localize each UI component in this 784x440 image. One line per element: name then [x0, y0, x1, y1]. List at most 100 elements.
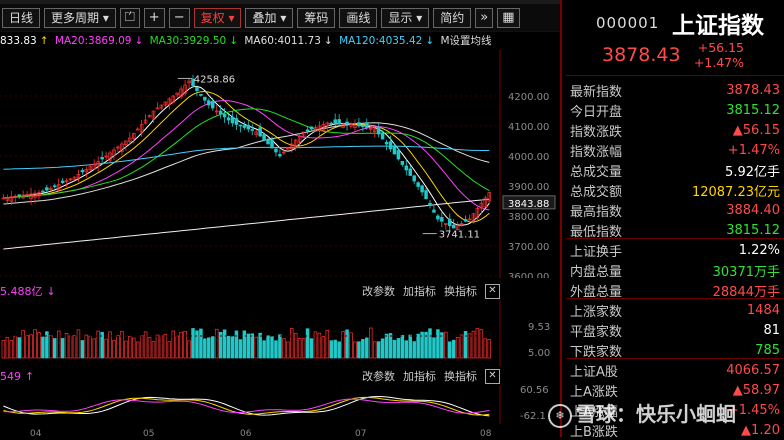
candle-body: [203, 96, 207, 101]
display-dropdown[interactable]: 显示 ▾: [381, 7, 430, 28]
moving-average-legend: 833.83 ↑ MA20:3869.09 ↓ MA30:3929.50 ↓ MA60…: [0, 33, 560, 49]
zoom-in-icon[interactable]: +: [143, 7, 165, 28]
candle-body: [278, 154, 282, 157]
chips-button[interactable]: 筹码: [297, 7, 336, 28]
change-percent: +1.47%: [693, 55, 744, 70]
candle-body: [357, 122, 361, 127]
candle-body: [440, 217, 444, 222]
quote-panel: 000001 上证指数 3878.43 +56.15 +1.47% 最新指数 38…: [562, 0, 784, 440]
candle-body: [17, 194, 21, 197]
volume-bar: [147, 337, 152, 359]
price-candlestick-chart[interactable]: 4200.00 4100.00 4000.00 3900.00 3843.88 3800.…: [0, 50, 560, 278]
ma10-line: [3, 90, 490, 223]
price-tick-label: 3800.00: [508, 212, 549, 223]
divider: [566, 298, 784, 299]
volume-bar: [282, 338, 286, 359]
volume-bar: [120, 331, 124, 359]
volume-bar: [17, 337, 21, 359]
quote-value: 1.22%: [738, 242, 780, 258]
candle-body: [416, 182, 420, 187]
ma-settings-link[interactable]: M设置均线: [440, 35, 491, 47]
daily-period-button[interactable]: 日线: [2, 7, 41, 28]
candle-body: [41, 190, 45, 193]
candle-body: [270, 139, 274, 149]
ma250-line: [3, 198, 490, 250]
volume-bar: [88, 335, 93, 359]
volume-bar: [234, 330, 239, 359]
candle-body: [396, 150, 401, 160]
zoom-out-icon[interactable]: −: [168, 7, 190, 28]
volume-bar: [341, 331, 345, 359]
candle-body: [380, 132, 385, 140]
candle-body: [337, 119, 341, 125]
trade-icon[interactable]: ⏍: [119, 7, 140, 28]
indicator-value: 549: [0, 369, 21, 383]
indicator-add-button[interactable]: 加指标: [403, 368, 436, 384]
close-icon[interactable]: ✕: [485, 368, 500, 384]
index-name: 上证指数: [672, 13, 764, 39]
volume-bar: [396, 338, 401, 359]
quote-value: 3815.12: [726, 222, 780, 238]
overlay-dropdown[interactable]: 叠加 ▾: [245, 7, 294, 28]
volume-bar: [96, 330, 100, 359]
volume-bar: [199, 328, 203, 359]
quote-row: 内盘总量 30371万手: [570, 260, 780, 280]
price-tick-label: 3600.00: [508, 272, 549, 278]
volume-bar: [207, 337, 211, 359]
candle-body: [195, 86, 199, 91]
display-label: 显示: [388, 11, 413, 25]
quote-row: 上证A股 4066.57: [570, 360, 780, 380]
volume-bar: [250, 333, 255, 359]
up-arrow-icon: ↑: [39, 35, 49, 47]
month-label: 07: [355, 429, 366, 437]
volume-bar: [436, 329, 440, 359]
price-tick-label: 4100.00: [508, 122, 549, 133]
volume-bar: [68, 335, 73, 359]
volume-params-button[interactable]: 改参数: [362, 283, 395, 299]
volume-switch-indicator-button[interactable]: 换指标: [444, 283, 477, 299]
adjust-dropdown[interactable]: 复权 ▾: [193, 7, 242, 28]
snowball-logo-icon: ❄: [548, 403, 572, 428]
quote-value: 3878.43: [726, 82, 780, 98]
indicator-chart[interactable]: 60.56 -62.1: [0, 386, 560, 424]
quote-row: 外盘总量 28844万手: [570, 280, 780, 300]
indicator-switch-button[interactable]: 换指标: [444, 368, 477, 384]
quote-value: 1484: [746, 302, 780, 318]
volume-bar-chart[interactable]: 9.53 5.00: [0, 300, 560, 366]
candle-body: [428, 202, 432, 206]
volume-bar: [258, 332, 262, 359]
candle-body: [262, 134, 266, 141]
indicator-params-button[interactable]: 改参数: [362, 368, 395, 384]
volume-bar: [92, 338, 96, 359]
volume-bar: [262, 340, 266, 359]
candle-body: [309, 126, 314, 130]
close-icon[interactable]: ✕: [485, 283, 500, 299]
candle-body: [436, 215, 440, 220]
volume-bar: [56, 330, 61, 359]
grid-icon[interactable]: ▦: [497, 7, 520, 28]
volume-bar: [471, 330, 476, 359]
volume-bar: [203, 338, 207, 359]
down-arrow-icon: ↓: [323, 35, 333, 47]
draw-line-button[interactable]: 画线: [339, 7, 378, 28]
change-points: +56.15: [697, 40, 744, 55]
candle-body: [60, 180, 65, 183]
quote-row: 平盘家数 81: [570, 320, 780, 340]
volume-bar: [13, 335, 18, 359]
volume-panel-header: 5.488亿 ↓ 改参数 加指标 换指标 ✕: [0, 282, 500, 300]
month-label: 05: [143, 429, 154, 437]
collapse-icon[interactable]: »: [475, 7, 494, 28]
volume-bar: [333, 339, 337, 359]
candle-body: [234, 118, 239, 125]
quote-row: 上A涨跌 ▲58.97: [570, 380, 780, 400]
volume-bar: [448, 341, 452, 359]
volume-bar: [171, 330, 176, 359]
volume-add-indicator-button[interactable]: 加指标: [403, 283, 436, 299]
volume-tick-label: 9.53: [528, 322, 550, 333]
candle-body: [250, 129, 255, 131]
more-periods-dropdown[interactable]: 更多周期 ▾: [44, 7, 116, 28]
candle-body: [384, 141, 389, 145]
volume-bar: [274, 340, 278, 359]
volume-bar: [353, 341, 357, 359]
simple-button[interactable]: 简约: [433, 7, 472, 28]
